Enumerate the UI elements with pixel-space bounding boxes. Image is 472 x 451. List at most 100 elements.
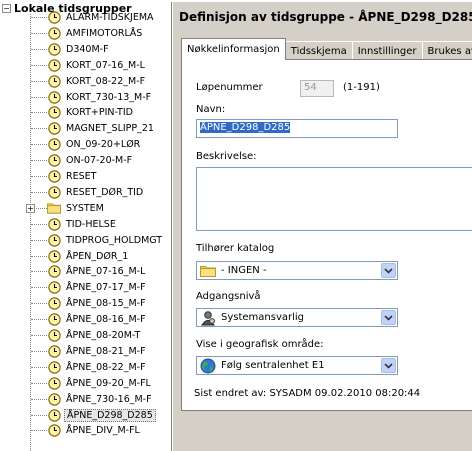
tree-connector <box>31 32 47 34</box>
tree-item-label: ÅPNE_08-16_M-F <box>66 314 146 326</box>
katalog-label: Tilhører katalog <box>196 243 275 254</box>
tree-item[interactable]: KORT+PIN-TID <box>24 105 135 120</box>
tree-item[interactable]: MAGNET_SLIPP_21 <box>24 121 156 136</box>
clock-icon <box>47 233 61 247</box>
tree-connector <box>31 144 47 146</box>
beskrivelse-label: Beskrivelse: <box>196 151 257 162</box>
tree-connector <box>31 430 47 432</box>
tree-item-label: TID-HELSE <box>66 218 116 230</box>
tree-item[interactable]: ÅPNE_08-16_M-F <box>24 312 148 327</box>
clock-icon <box>47 265 61 279</box>
clock-icon <box>47 281 61 295</box>
clock-icon <box>47 26 61 40</box>
navn-input[interactable]: ÅPNE_D298_D285 <box>196 119 398 138</box>
tree-item[interactable]: ON-07-20-M-F <box>24 153 134 168</box>
clock-icon <box>47 185 61 199</box>
tree-item[interactable]: KORT_08-22_M-F <box>24 74 147 89</box>
clock-icon <box>47 392 61 406</box>
clock-icon <box>47 154 61 168</box>
tree-item-label: RESET_DØR_TID <box>66 186 144 198</box>
tree-item[interactable]: RESET_DØR_TID <box>24 185 145 200</box>
tree-item[interactable]: ALARM-TIDSKJEMA <box>24 10 156 25</box>
clock-icon <box>47 424 61 438</box>
tree-item-label: ÅPNE_07-16_M-L <box>66 266 146 278</box>
clock-icon <box>47 344 61 358</box>
dialog-titlebar[interactable]: Definisjon av tidsgruppe - ÅPNE_D298_D28… <box>173 7 472 29</box>
tree-item[interactable]: ÅPNE_08-20M-T <box>24 328 142 343</box>
tab-tidsskjema[interactable]: Tidsskjema <box>284 41 353 60</box>
tree-item[interactable]: ÅPNE_07-16_M-L <box>24 264 147 279</box>
tree-item[interactable]: SYSTEM <box>24 201 106 216</box>
tab-innstillinger[interactable]: Innstillinger <box>351 41 423 60</box>
beskrivelse-textarea[interactable] <box>196 167 472 231</box>
adgang-select[interactable]: Systemansvarlig <box>196 308 398 327</box>
tree-connector <box>31 382 47 384</box>
tree-item[interactable]: RESET <box>24 169 98 184</box>
tree-item-label: ÅPEN_DØR_1 <box>66 250 129 262</box>
tree-item-label: ÅPNE_08-15_M-F <box>66 298 146 310</box>
tree-connector <box>31 223 47 225</box>
clock-icon <box>47 106 61 120</box>
collapse-icon[interactable]: − <box>2 3 11 13</box>
tree-connector <box>31 160 47 162</box>
chevron-down-icon[interactable] <box>381 358 396 373</box>
tree-item[interactable]: ON_09-20+LØR <box>24 137 142 152</box>
tree-item[interactable]: ÅPEN_DØR_1 <box>24 249 130 264</box>
dialog-title: Definisjon av tidsgruppe - ÅPNE_D298_D28… <box>179 10 472 24</box>
tree-connector <box>31 335 47 336</box>
clock-icon <box>47 11 61 25</box>
tree-item[interactable]: AMFIMOTORLÅS <box>24 26 144 41</box>
tree-item[interactable]: TID-HELSE <box>24 217 118 232</box>
chevron-down-icon[interactable] <box>381 310 396 325</box>
tree-connector <box>31 366 47 368</box>
clock-icon <box>47 138 61 152</box>
tab-nokkelinformasjon[interactable]: Nøkkelinformasjon <box>181 38 286 60</box>
lopenummer-range: (1-191) <box>343 82 380 93</box>
tree-connector <box>31 319 47 321</box>
tree-item[interactable]: ÅPNE_07-17_M-F <box>24 280 148 295</box>
tree-item-label: ON_09-20+LØR <box>66 139 141 151</box>
tree-item[interactable]: ÅPNE_08-15_M-F <box>24 296 148 311</box>
clock-icon <box>47 90 61 104</box>
timegroup-dialog: Definisjon av tidsgruppe - ÅPNE_D298_D28… <box>172 2 472 451</box>
katalog-value: - INGEN - <box>221 265 267 276</box>
tree-item[interactable]: TIDPROG_HOLDMGT <box>24 233 164 248</box>
tree-item-label: ÅPNE_08-21_M-F <box>66 345 146 357</box>
admin-user-icon <box>199 309 217 326</box>
clock-icon <box>47 42 61 56</box>
globe-icon <box>199 357 217 374</box>
clock-icon <box>47 122 61 136</box>
tree-item-label: RESET <box>66 171 97 182</box>
tree-item[interactable]: ÅPNE_DIV_M-FL <box>24 423 142 438</box>
tree-item-label: ÅPNE_08-20M-T <box>66 330 141 341</box>
folder-icon <box>199 262 217 279</box>
tree-item-label: ÅPNE_08-22_M-F <box>66 361 146 373</box>
clock-icon <box>47 408 61 422</box>
folder-icon <box>47 201 61 215</box>
adgang-label: Adgangsnivå <box>196 291 261 302</box>
tree-item[interactable]: KORT_07-16_M-L <box>24 58 147 73</box>
tree-connector <box>31 96 47 98</box>
expand-icon[interactable]: + <box>26 203 35 213</box>
tree-item[interactable]: ÅPNE_08-21_M-F <box>24 344 148 359</box>
tree-item-label: TIDPROG_HOLDMGT <box>66 234 163 246</box>
tree-item-label: ÅPNE_730-16_M-F <box>66 393 152 405</box>
tree-item[interactable]: ÅPNE_730-16_M-F <box>24 392 154 407</box>
tree-item[interactable]: KORT_730-13_M-F <box>24 90 153 105</box>
katalog-select[interactable]: - INGEN - <box>196 261 398 280</box>
clock-icon <box>47 329 61 343</box>
tree-item[interactable]: ÅPNE_08-22_M-F <box>24 360 148 375</box>
tree-connector <box>31 64 47 66</box>
navn-label: Navn: <box>196 104 226 115</box>
tree-item[interactable]: ÅPNE_D298_D285 <box>24 408 156 423</box>
chevron-down-icon[interactable] <box>381 263 396 278</box>
tab-brukes-av[interactable]: Brukes av <box>421 41 472 60</box>
tree-item-label: MAGNET_SLIPP_21 <box>66 123 154 135</box>
tree-item-label: KORT_07-16_M-L <box>66 59 145 71</box>
tree-connector <box>31 303 47 305</box>
geo-select[interactable]: Følg sentralenhet E1 <box>196 356 398 375</box>
tree-item-label: SYSTEM <box>66 202 104 214</box>
tree-item[interactable]: ÅPNE_09-20_M-FL <box>24 376 153 391</box>
tree-item[interactable]: D340M-F <box>24 42 111 57</box>
tree-item-label: ÅPNE_09-20_M-FL <box>66 377 151 389</box>
